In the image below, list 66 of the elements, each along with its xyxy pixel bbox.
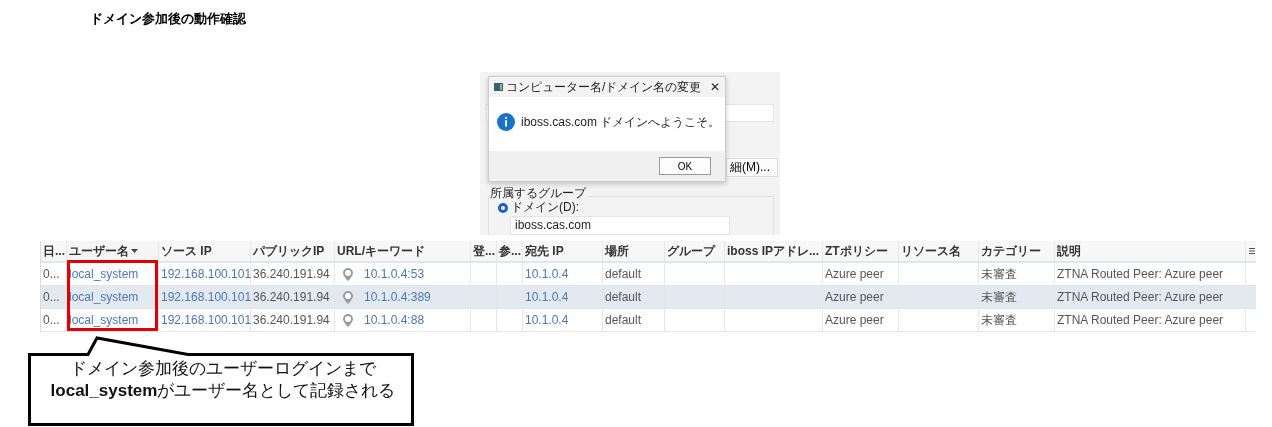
column-header[interactable]: 日...: [43, 242, 65, 260]
table-cell: Azure peer: [825, 313, 884, 327]
info-icon: [497, 113, 515, 131]
table-row[interactable]: 0... local_system 192.168.100.10136.240.191.94 10.1.0.4:389 10.1.0.4 default Azure peer 未審査 ZTNA Routed Peer: Azure peer: [41, 286, 1256, 309]
details-button[interactable]: 細(M)...: [726, 158, 778, 177]
ok-button[interactable]: OK: [659, 157, 711, 175]
table-cell[interactable]: 10.1.0.4:53: [364, 267, 425, 281]
table-cell[interactable]: 192.168.100.101: [161, 267, 252, 281]
table-cell[interactable]: 10.1.0.4: [525, 313, 569, 327]
column-header[interactable]: 場所: [605, 242, 629, 260]
table-cell: 未審査: [981, 265, 1017, 283]
table-cell: Azure peer: [825, 267, 884, 281]
table-cell: 0...: [43, 267, 60, 281]
table-cell[interactable]: local_system: [69, 290, 139, 304]
table-row[interactable]: 0... local_system 192.168.100.10136.240.191.94 10.1.0.4:53 10.1.0.4 default Azure peer 未審査 ZTNA Routed Peer: Azure peer: [41, 263, 1256, 286]
dialog-message: iboss.cas.com ドメインへようこそ。: [521, 113, 721, 131]
table-cell: 0...: [43, 290, 60, 304]
table-row[interactable]: 0... local_system 192.168.100.10136.240.191.94 10.1.0.4:88 10.1.0.4 default Azure peer 未審査 ZTNA Routed Peer: Azure peer: [41, 309, 1256, 332]
table-cell: 0...: [43, 313, 60, 327]
column-header[interactable]: グループ: [667, 242, 715, 260]
ip-pin-icon: [343, 313, 353, 327]
table-cell: 36.240.191.94: [253, 313, 330, 327]
table-cell[interactable]: 192.168.100.101: [161, 313, 252, 327]
table-cell: ZTNA Routed Peer: Azure peer: [1057, 290, 1224, 304]
column-header[interactable]: 宛先 IP: [525, 242, 564, 260]
table-cell[interactable]: 10.1.0.4:88: [364, 313, 425, 327]
table-cell: default: [605, 267, 642, 281]
domain-field[interactable]: iboss.cas.com: [510, 216, 730, 235]
table-cell: ZTNA Routed Peer: Azure peer: [1057, 313, 1224, 327]
column-header[interactable]: ソース IP: [161, 242, 212, 260]
column-header[interactable]: ユーザー名: [69, 242, 129, 260]
radio-label: ドメイン(D):: [511, 199, 579, 216]
table-cell: 未審査: [981, 288, 1017, 306]
table-cell: 36.240.191.94: [253, 290, 330, 304]
table-cell: 36.240.191.94: [253, 267, 330, 281]
column-header[interactable]: カテゴリー: [981, 242, 1041, 260]
caret-icon[interactable]: [131, 249, 138, 253]
close-button[interactable]: ✕: [709, 80, 720, 94]
column-header[interactable]: リソース名: [901, 242, 961, 260]
table-cell[interactable]: 10.1.0.4: [525, 267, 569, 281]
column-header[interactable]: 参...: [499, 242, 521, 260]
radio-button[interactable]: [498, 202, 508, 213]
column-menu-icon[interactable]: [1249, 247, 1255, 255]
table-cell: 未審査: [981, 311, 1017, 329]
table-cell: default: [605, 290, 642, 304]
slide-title: ドメイン参加後の動作確認: [89, 10, 247, 28]
table-cell: default: [605, 313, 642, 327]
callout-text: ドメイン参加後のユーザーログインまで local_systemがユーザー名として記録される: [49, 358, 397, 402]
table-cell[interactable]: 192.168.100.101: [161, 290, 252, 304]
group-label: 所属するグループ: [490, 185, 588, 202]
column-header[interactable]: 登...: [473, 242, 495, 260]
table-cell[interactable]: 10.1.0.4: [525, 290, 569, 304]
table-cell[interactable]: local_system: [69, 313, 139, 327]
column-header[interactable]: 説明: [1057, 242, 1081, 260]
table-cell[interactable]: local_system: [69, 267, 139, 281]
ip-pin-icon: [343, 267, 353, 281]
column-header[interactable]: パブリックIP: [253, 242, 325, 260]
window-icon: [494, 83, 503, 91]
table-cell: Azure peer: [825, 290, 884, 304]
table-cell: ZTNA Routed Peer: Azure peer: [1057, 267, 1224, 281]
table-cell[interactable]: 10.1.0.4:389: [364, 290, 431, 304]
dialog-title: コンピューター名/ドメイン名の変更: [506, 78, 703, 96]
column-header[interactable]: iboss IPアドレ...: [727, 242, 819, 260]
column-header[interactable]: URL/キーワード: [337, 242, 425, 260]
ip-pin-icon: [343, 290, 353, 304]
column-header[interactable]: ZTポリシー: [825, 242, 888, 260]
